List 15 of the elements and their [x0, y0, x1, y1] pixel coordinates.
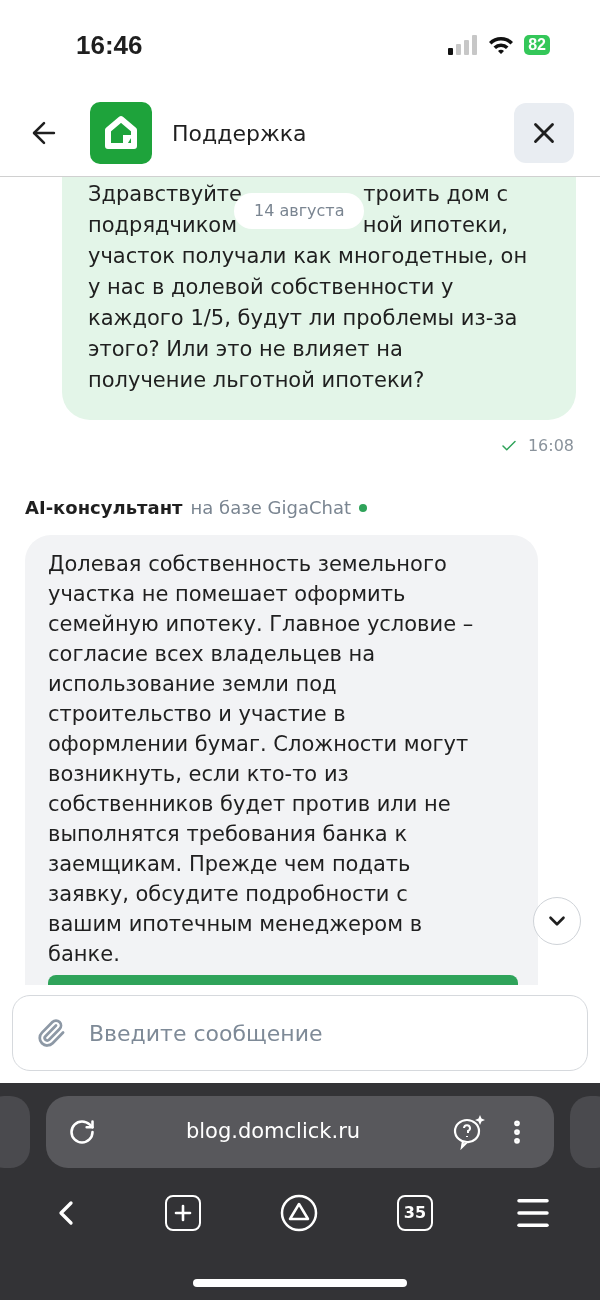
status-time: 16:46: [76, 28, 143, 62]
bot-subtitle: на базе GigaChat: [190, 496, 352, 520]
message-time: 16:08: [527, 435, 574, 457]
message-text-fragment: ной ипотеки,: [362, 212, 508, 239]
url-text: blog.domclick.ru: [184, 1118, 362, 1146]
address-bar[interactable]: blog.domclick.ru: [46, 1096, 554, 1168]
message-text-fragment: троить дом с: [363, 181, 508, 208]
chat-title: Поддержка: [172, 119, 308, 148]
message-text-fragment: подрядчиком: [88, 212, 237, 239]
tabs-count-button[interactable]: 35: [397, 1195, 433, 1231]
message-input[interactable]: Введите сообщение: [12, 995, 588, 1071]
battery-indicator: 82: [524, 35, 550, 55]
bot-name: AI-консультант: [25, 496, 183, 520]
message-text: Долевая собственность земельного участка не помешает оформить семейную ипотеку. Главное условие – согласие всех владельцев на использование земли под строительство и участие в оформлении бумаг. Сложности могут возникнуть, если кто-то из собственников будет против или не выполнятся требования банка к заемщикам. Прежде чем подать заявку, обсудите подробности с вашим ипотечным менеджером в банке.: [48, 551, 475, 968]
message-text: участок получали как многодетные, он у нас в долевой собственности у каждого 1/5, будут ли проблемы из-за этого? Или это не влияет на получение льготной ипотеки?: [88, 243, 529, 394]
